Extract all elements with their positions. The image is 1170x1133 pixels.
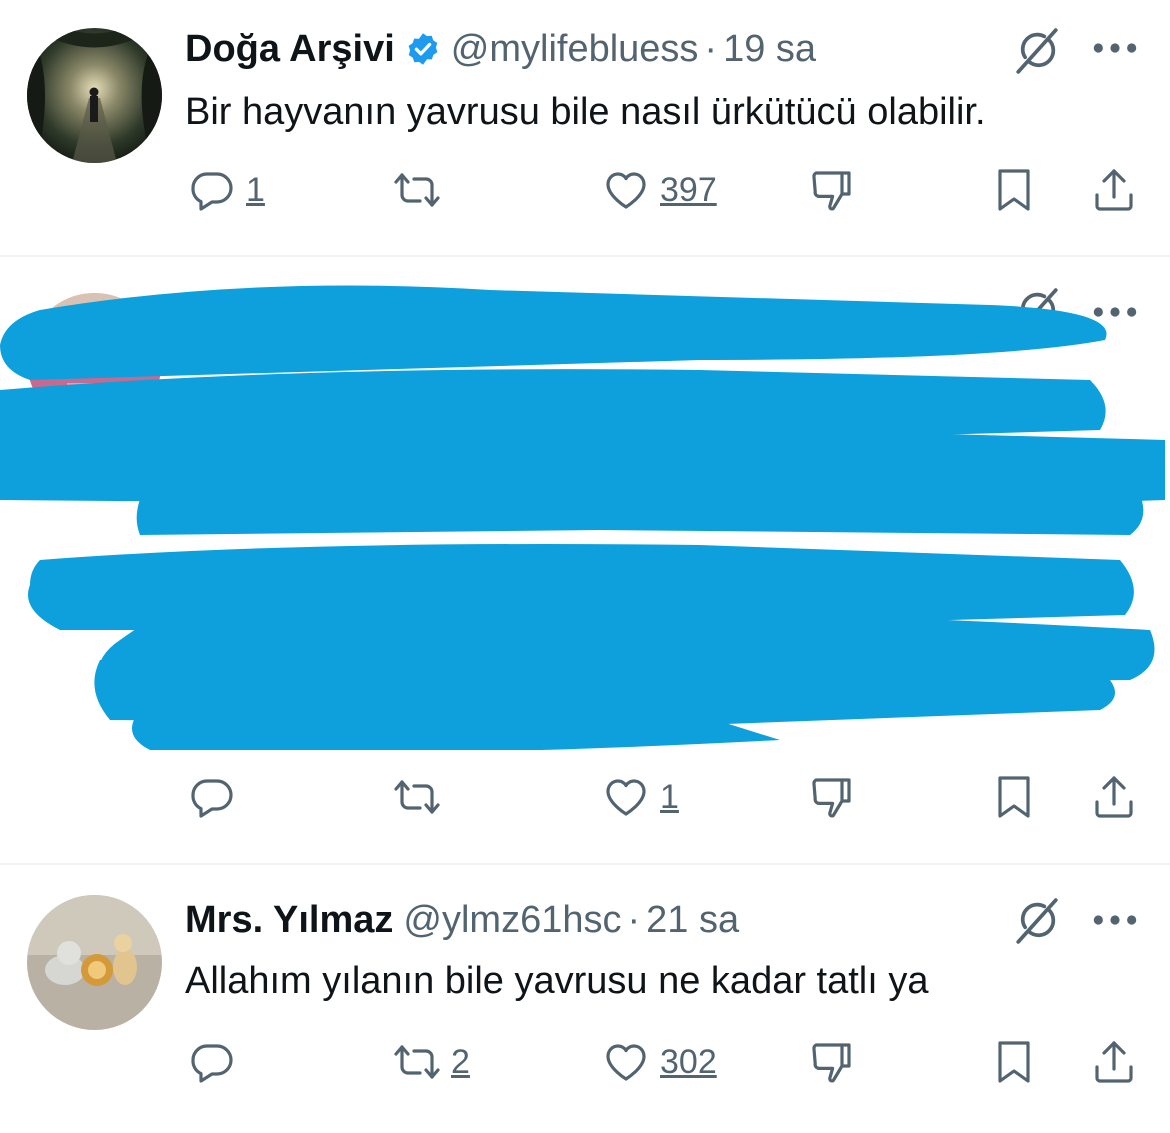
timestamp[interactable]: 21 sa [646, 895, 739, 945]
timestamp[interactable]: 19 sa [723, 24, 816, 74]
separator-dot: · [704, 28, 718, 70]
bookmark-icon [990, 1038, 1038, 1086]
reply-count: 1 [246, 170, 265, 209]
like-count: 397 [660, 170, 717, 209]
like-count: 302 [660, 1042, 717, 1081]
share-icon [1090, 1038, 1138, 1086]
dislike-button[interactable] [808, 165, 856, 215]
tweet-text: Bir hayvanın yavrusu bile nasıl ürkütücü… [185, 91, 986, 133]
share-button[interactable] [1090, 165, 1138, 215]
thumbs-down-icon [808, 773, 856, 821]
bookmark-button[interactable] [990, 1037, 1038, 1087]
tweet-1[interactable]: Doğa Arşivi @mylifebluess · 19 sa Bir ha… [0, 0, 1170, 255]
retweet-count: 2 [451, 1042, 470, 1081]
more-dots-icon[interactable] [1090, 38, 1140, 58]
share-button[interactable] [1090, 772, 1138, 822]
avatar[interactable] [27, 28, 162, 163]
like-button[interactable]: 1 [602, 772, 679, 822]
heart-icon [602, 166, 650, 214]
retweet-button[interactable] [393, 165, 441, 215]
display-name[interactable]: Mrs. Yılmaz [185, 895, 393, 945]
tweet-text: Allahım yılanın bile yavrusu ne kadar ta… [185, 960, 929, 1002]
tweet-header: Doğa Arşivi @mylifebluess · 19 sa [185, 24, 816, 74]
separator-dot: · [627, 899, 641, 941]
like-button[interactable]: 397 [602, 165, 717, 215]
retweet-icon [393, 1038, 441, 1086]
share-icon [1090, 773, 1138, 821]
speech-bubble-icon [188, 1038, 236, 1086]
retweet-button[interactable]: 2 [393, 1037, 470, 1087]
speech-bubble-icon [188, 773, 236, 821]
bookmark-button[interactable] [990, 772, 1038, 822]
retweet-icon [393, 773, 441, 821]
grok-icon[interactable] [1012, 26, 1062, 76]
speech-bubble-icon [188, 166, 236, 214]
thumbs-down-icon [808, 1038, 856, 1086]
heart-icon [602, 1038, 650, 1086]
bookmark-icon [990, 773, 1038, 821]
bookmark-button[interactable] [990, 165, 1038, 215]
user-handle[interactable]: @ylmz61hsc [403, 895, 621, 945]
more-dots-icon[interactable] [1090, 910, 1140, 930]
thumbs-down-icon [808, 166, 856, 214]
reply-button[interactable] [188, 1037, 236, 1087]
user-handle[interactable]: @mylifebluess [451, 24, 699, 74]
share-button[interactable] [1090, 1037, 1138, 1087]
grok-icon[interactable] [1012, 896, 1062, 946]
retweet-button[interactable] [393, 772, 441, 822]
dislike-button[interactable] [808, 772, 856, 822]
dislike-button[interactable] [808, 1037, 856, 1087]
avatar[interactable] [27, 895, 162, 1030]
tweet-header: Mrs. Yılmaz @ylmz61hsc · 21 sa [185, 895, 739, 945]
reply-button[interactable]: 1 [188, 165, 265, 215]
verified-badge-icon [405, 31, 441, 67]
retweet-icon [393, 166, 441, 214]
redaction-scribble [0, 285, 1165, 750]
tweet-3[interactable]: Mrs. Yılmaz @ylmz61hsc · 21 sa Allahım y… [0, 865, 1170, 1133]
bookmark-icon [990, 166, 1038, 214]
like-button[interactable]: 302 [602, 1037, 717, 1087]
display-name[interactable]: Doğa Arşivi [185, 24, 395, 74]
reply-button[interactable] [188, 772, 236, 822]
share-icon [1090, 166, 1138, 214]
like-count: 1 [660, 777, 679, 816]
heart-icon [602, 773, 650, 821]
